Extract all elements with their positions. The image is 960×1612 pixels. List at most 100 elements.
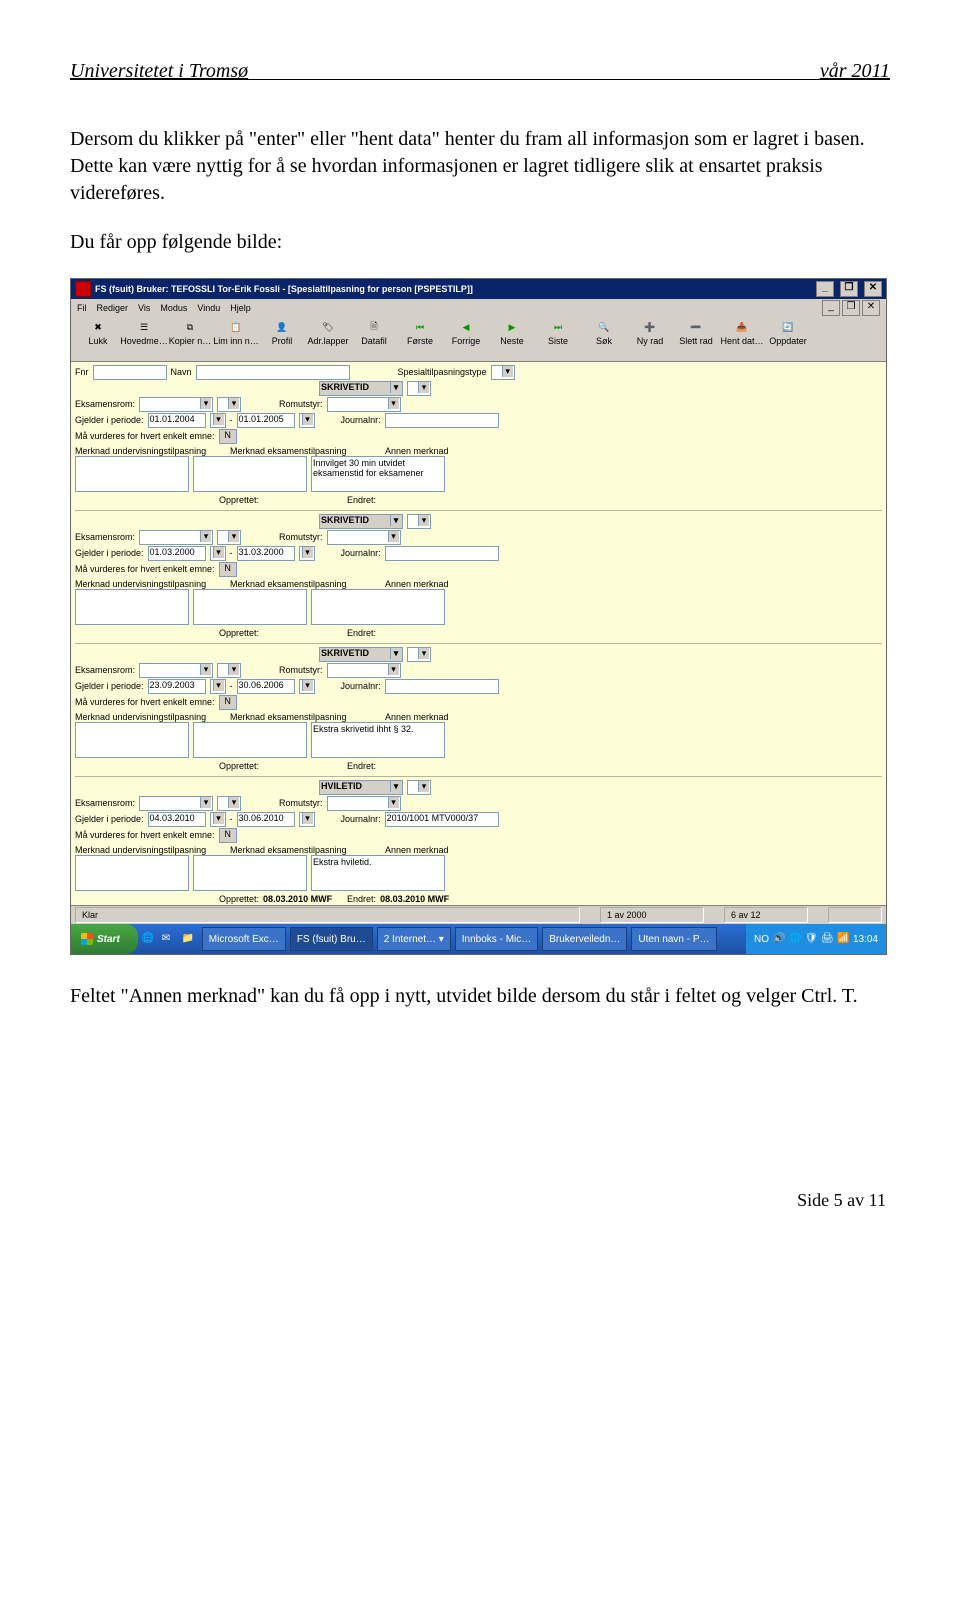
tray-icon-3[interactable]: 🛡: [805, 933, 817, 945]
eksamensrom-dropdown[interactable]: [139, 796, 213, 811]
tool-oppdater[interactable]: 🔄Oppdater: [765, 319, 811, 346]
start-button[interactable]: Start: [71, 924, 138, 954]
periode-til-input[interactable]: 31.03.2000: [237, 546, 295, 561]
romutstyr-dropdown[interactable]: [327, 663, 401, 678]
romutstyr-dropdown[interactable]: [327, 530, 401, 545]
tool-slett-rad[interactable]: ➖Slett rad: [673, 319, 719, 346]
tool-sok[interactable]: 🔍Søk: [581, 319, 627, 346]
menu-rediger[interactable]: Rediger: [97, 303, 129, 313]
navn-input[interactable]: [196, 365, 350, 380]
periode-fra-dd[interactable]: [210, 413, 226, 428]
task-fs[interactable]: FS (fsuit) Bru…: [290, 927, 373, 951]
type-sub-dropdown[interactable]: [407, 780, 431, 795]
tray-icon-4[interactable]: 🖨: [821, 933, 833, 945]
menu-hjelp[interactable]: Hjelp: [230, 303, 251, 313]
type-sub-dropdown[interactable]: [407, 514, 431, 529]
maximize-button[interactable]: ❐: [840, 281, 858, 297]
periode-til-input[interactable]: 01.01.2005: [237, 413, 295, 428]
tool-profil[interactable]: 👤Profil: [259, 319, 305, 346]
merk-eksamen-input[interactable]: [193, 855, 307, 891]
tool-datafil[interactable]: 🗎Datafil: [351, 319, 397, 346]
tool-siste[interactable]: ⏭Siste: [535, 319, 581, 346]
tool-lukk[interactable]: ✖Lukk: [75, 319, 121, 346]
mdi-restore-button[interactable]: ❐: [842, 300, 860, 316]
type-sub-dropdown[interactable]: [407, 381, 431, 396]
tray-icon-2[interactable]: 🌐: [789, 933, 801, 945]
tool-hent-dat[interactable]: 📥Hent dat…: [719, 319, 765, 346]
journalnr-input[interactable]: [385, 679, 499, 694]
periode-til-dd[interactable]: [299, 413, 315, 428]
menu-modus[interactable]: Modus: [160, 303, 187, 313]
mdi-minimize-button[interactable]: _: [822, 300, 840, 316]
task-excel[interactable]: Microsoft Exc…: [202, 927, 286, 951]
periode-fra-dd[interactable]: [210, 679, 226, 694]
periode-fra-dd[interactable]: [210, 546, 226, 561]
vurderes-input[interactable]: N: [219, 695, 237, 710]
type-dropdown[interactable]: HVILETID: [319, 780, 403, 795]
task-internet[interactable]: 2 Internet… ▾: [377, 927, 451, 951]
journalnr-input[interactable]: [385, 546, 499, 561]
menu-vindu[interactable]: Vindu: [197, 303, 220, 313]
tray-lang[interactable]: NO: [754, 934, 769, 945]
menu-fil[interactable]: Fil: [77, 303, 87, 313]
periode-fra-dd[interactable]: [210, 812, 226, 827]
vurderes-input[interactable]: N: [219, 828, 237, 843]
fnr-input[interactable]: [93, 365, 167, 380]
eksamensrom-dropdown[interactable]: [139, 397, 213, 412]
quicklaunch-outlook-icon[interactable]: ✉: [162, 933, 174, 945]
merk-under-input[interactable]: [75, 589, 189, 625]
type-dropdown[interactable]: SKRIVETID: [319, 381, 403, 396]
tool-lim-inn[interactable]: 📋Lim inn n…: [213, 319, 259, 346]
merk-eksamen-input[interactable]: [193, 722, 307, 758]
periode-til-input[interactable]: 30.06.2010: [237, 812, 295, 827]
tool-ny-rad[interactable]: ➕Ny rad: [627, 319, 673, 346]
periode-fra-input[interactable]: 23.09.2003: [148, 679, 206, 694]
close-button[interactable]: ✕: [864, 281, 882, 297]
type-dropdown[interactable]: SKRIVETID: [319, 647, 403, 662]
tool-neste[interactable]: ▶Neste: [489, 319, 535, 346]
annen-merknad-input[interactable]: Innvilget 30 min utvidet eksamenstid for…: [311, 456, 445, 492]
journalnr-input[interactable]: 2010/1001 MTV000/37: [385, 812, 499, 827]
menu-vis[interactable]: Vis: [138, 303, 150, 313]
merk-under-input[interactable]: [75, 722, 189, 758]
eksamensrom-sub[interactable]: [217, 663, 241, 678]
tool-hovedme[interactable]: ☰Hovedme…: [121, 319, 167, 346]
task-uten-navn[interactable]: Uten navn - P…: [631, 927, 716, 951]
periode-fra-input[interactable]: 01.03.2000: [148, 546, 206, 561]
tray-icon-5[interactable]: 📶: [837, 933, 849, 945]
eksamensrom-sub[interactable]: [217, 796, 241, 811]
eksamensrom-dropdown[interactable]: [139, 663, 213, 678]
merk-eksamen-input[interactable]: [193, 589, 307, 625]
minimize-button[interactable]: _: [816, 281, 834, 297]
eksamensrom-dropdown[interactable]: [139, 530, 213, 545]
tool-forrige[interactable]: ◀Forrige: [443, 319, 489, 346]
task-innboks[interactable]: Innboks - Mic…: [455, 927, 538, 951]
tray-icon-1[interactable]: 🔊: [773, 933, 785, 945]
romutstyr-dropdown[interactable]: [327, 796, 401, 811]
periode-fra-input[interactable]: 04.03.2010: [148, 812, 206, 827]
spesialtype-dropdown[interactable]: [491, 365, 515, 380]
mdi-close-button[interactable]: ✕: [862, 300, 880, 316]
periode-til-input[interactable]: 30.06.2006: [237, 679, 295, 694]
annen-merknad-input[interactable]: [311, 589, 445, 625]
vurderes-input[interactable]: N: [219, 562, 237, 577]
periode-til-dd[interactable]: [299, 812, 315, 827]
merk-under-input[interactable]: [75, 855, 189, 891]
journalnr-input[interactable]: [385, 413, 499, 428]
merk-eksamen-input[interactable]: [193, 456, 307, 492]
type-sub-dropdown[interactable]: [407, 647, 431, 662]
quicklaunch-explorer-icon[interactable]: 📁: [182, 933, 194, 945]
merk-under-input[interactable]: [75, 456, 189, 492]
vurderes-input[interactable]: N: [219, 429, 237, 444]
eksamensrom-sub[interactable]: [217, 397, 241, 412]
annen-merknad-input[interactable]: Ekstra skrivetid ihht § 32.: [311, 722, 445, 758]
tool-forste[interactable]: ⏮Første: [397, 319, 443, 346]
tool-adrlapper[interactable]: 🏷Adr.lapper: [305, 319, 351, 346]
annen-merknad-input[interactable]: Ekstra hviletid.: [311, 855, 445, 891]
tool-kopier[interactable]: ⧉Kopier n…: [167, 319, 213, 346]
type-dropdown[interactable]: SKRIVETID: [319, 514, 403, 529]
task-brukerveiledn[interactable]: Brukerveiledn…: [542, 927, 627, 951]
quicklaunch-ie-icon[interactable]: 🌐: [142, 933, 154, 945]
periode-til-dd[interactable]: [299, 546, 315, 561]
eksamensrom-sub[interactable]: [217, 530, 241, 545]
